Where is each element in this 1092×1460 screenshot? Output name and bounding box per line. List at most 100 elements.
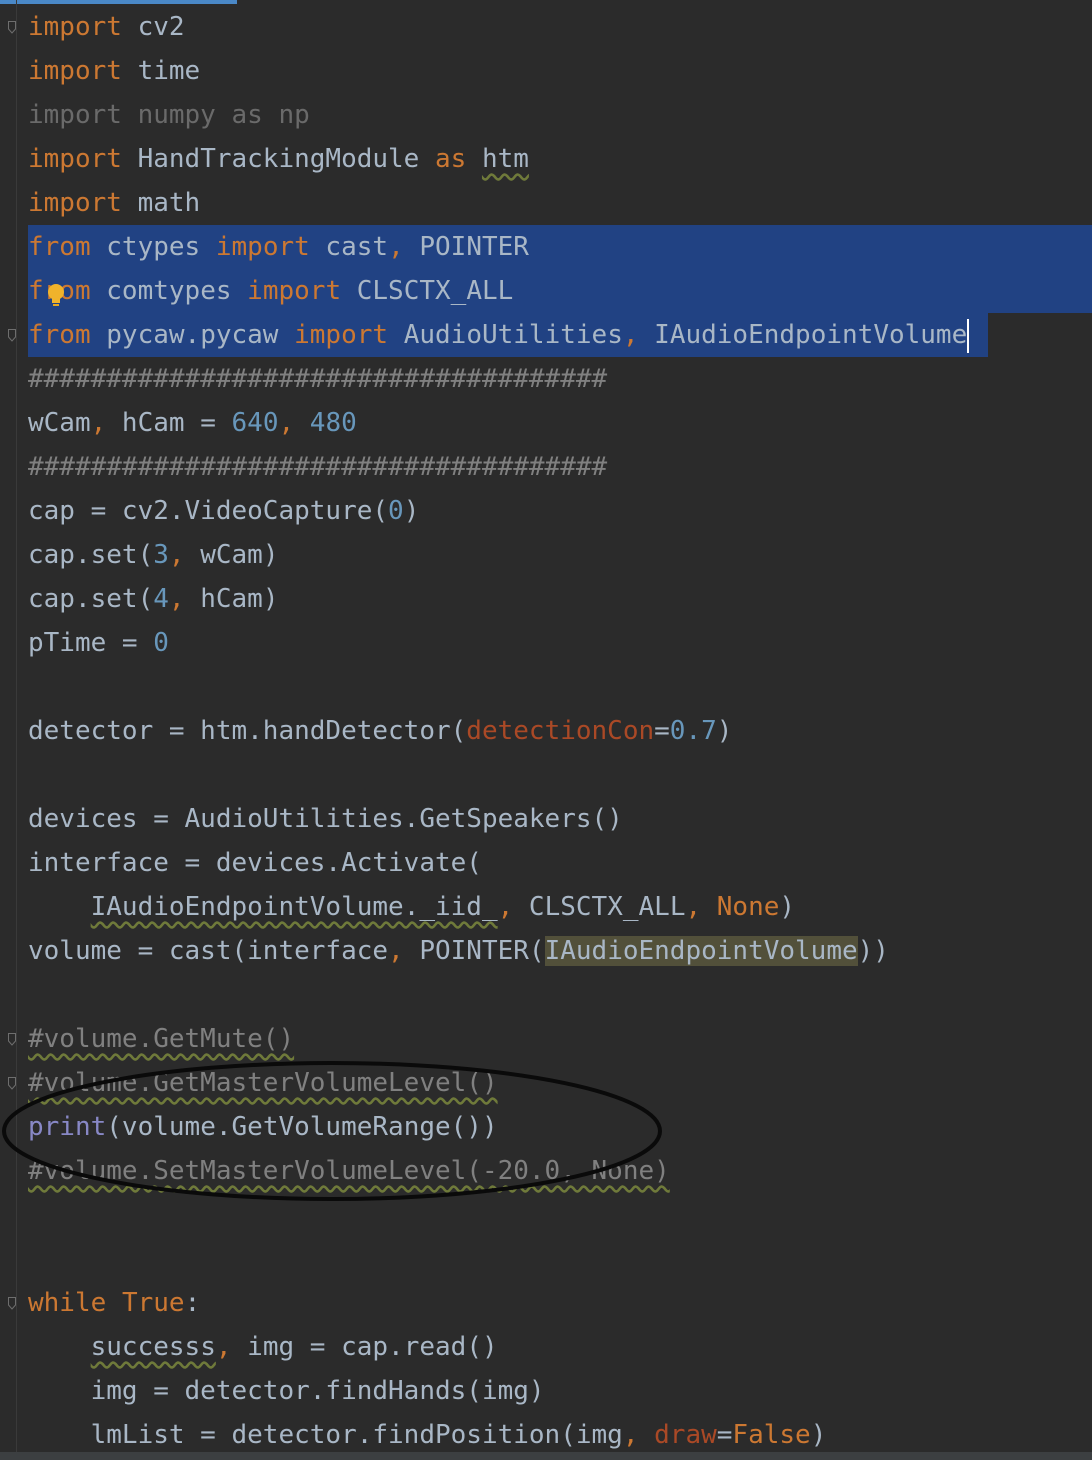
code-text: img = detector.findHands(img) (28, 1369, 545, 1413)
code-text: cap = cv2.VideoCapture(0) (28, 489, 419, 533)
code-token: None (716, 892, 780, 922)
code-token: import (294, 320, 389, 350)
code-token: ) (716, 716, 733, 746)
code-token: ##################################### (28, 364, 608, 394)
code-token: wCam) (184, 540, 279, 570)
code-token: devices = AudioUtilities.GetSpeakers() (28, 804, 623, 834)
code-line[interactable]: #volume.GetMasterVolumeLevel() (0, 1061, 1092, 1105)
code-line[interactable]: img = detector.findHands(img) (0, 1369, 1092, 1413)
code-token: import (28, 56, 122, 86)
code-line[interactable]: devices = AudioUtilities.GetSpeakers() (0, 797, 1092, 841)
code-line[interactable]: interface = devices.Activate( (0, 841, 1092, 885)
code-text: import time (28, 49, 200, 93)
code-token: : (184, 1288, 201, 1318)
code-line[interactable]: volume = cast(interface, POINTER(IAudioE… (0, 929, 1092, 973)
horizontal-scrollbar[interactable] (0, 1452, 1092, 1460)
code-token: while (28, 1288, 107, 1318)
code-text: successs, img = cap.read() (28, 1325, 498, 1369)
code-line[interactable]: from pycaw.pycaw import AudioUtilities, … (0, 313, 1092, 357)
code-text: #volume.GetMute() (28, 1017, 294, 1061)
code-token: CLSCTX_ALL (513, 892, 686, 922)
code-line[interactable]: ##################################### (0, 357, 1092, 401)
code-token: ) (810, 1420, 827, 1450)
code-line[interactable]: wCam, hCam = 640, 480 (0, 401, 1092, 445)
code-token: img = detector.findHands(img) (28, 1376, 545, 1406)
code-token: time (121, 56, 201, 86)
code-text: IAudioEndpointVolume._iid_, CLSCTX_ALL, … (28, 885, 795, 929)
code-line[interactable]: #volume.SetMasterVolumeLevel(-20.0, None… (0, 1149, 1092, 1193)
code-token: ) (779, 892, 796, 922)
code-line[interactable]: lmList = detector.findPosition(img, draw… (0, 1413, 1092, 1457)
code-text: while True: (28, 1281, 200, 1325)
code-line[interactable] (0, 753, 1092, 797)
code-line[interactable] (0, 973, 1092, 1017)
code-token: #volume.GetMasterVolumeLevel() (28, 1068, 498, 1098)
code-token: ##################################### (28, 452, 608, 482)
code-text: import cv2 (28, 5, 185, 49)
code-line[interactable]: import numpy as np (0, 93, 1092, 137)
code-token: (volume.GetVolumeRange()) (106, 1112, 498, 1142)
code-line[interactable]: from comtypes import CLSCTX_ALL (0, 269, 1092, 313)
code-line[interactable]: while True: (0, 1281, 1092, 1325)
code-line[interactable]: cap.set(3, wCam) (0, 533, 1092, 577)
code-line[interactable]: ##################################### (0, 445, 1092, 489)
code-line[interactable]: #volume.GetMute() (0, 1017, 1092, 1061)
code-line[interactable]: successs, img = cap.read() (0, 1325, 1092, 1369)
code-line[interactable]: detector = htm.handDetector(detectionCon… (0, 709, 1092, 753)
lightbulb-icon[interactable] (46, 283, 66, 309)
fold-marker-icon[interactable] (8, 329, 16, 342)
code-line[interactable] (0, 1193, 1092, 1237)
code-token: , (622, 1420, 639, 1450)
code-token: = (654, 716, 670, 746)
code-text: devices = AudioUtilities.GetSpeakers() (28, 797, 623, 841)
code-line[interactable]: IAudioEndpointVolume._iid_, CLSCTX_ALL, … (0, 885, 1092, 929)
code-line[interactable]: import HandTrackingModule as htm (0, 137, 1092, 181)
code-line[interactable]: import time (0, 49, 1092, 93)
code-token: draw (654, 1420, 717, 1450)
code-token: , (215, 1332, 232, 1362)
code-token: comtypes (90, 276, 248, 306)
code-line[interactable]: from ctypes import cast, POINTER (0, 225, 1092, 269)
fold-marker-icon[interactable] (8, 1297, 16, 1310)
code-token: import (28, 188, 122, 218)
code-token: pycaw.pycaw (90, 320, 295, 350)
code-token: 0 (153, 628, 169, 658)
code-text: ##################################### (28, 445, 607, 489)
code-token: POINTER (403, 232, 529, 262)
fold-marker-icon[interactable] (8, 1033, 16, 1046)
code-token: as (435, 144, 467, 174)
code-token: cap = cv2.VideoCapture( (28, 496, 389, 526)
code-token: CLSCTX_ALL (341, 276, 514, 306)
code-token: volume = cast(interface (28, 936, 389, 966)
fold-marker-icon[interactable] (8, 1077, 16, 1090)
code-token: AudioUtilities (388, 320, 623, 350)
code-token: = (716, 1420, 733, 1450)
code-token: ctypes (90, 232, 216, 262)
code-text: import numpy as np (28, 93, 310, 137)
code-line[interactable]: import cv2 (0, 5, 1092, 49)
code-line[interactable]: import math (0, 181, 1092, 225)
code-token: IAudioEndpointVolume (638, 320, 968, 350)
code-token: math (121, 188, 201, 218)
code-editor[interactable]: import cv2 import time import numpy as np i… (0, 0, 1092, 1460)
code-token: lmList = detector.findPosition(img (28, 1420, 623, 1450)
code-line[interactable]: cap = cv2.VideoCapture(0) (0, 489, 1092, 533)
code-token: HandTrackingModule (121, 144, 435, 174)
code-text: interface = devices.Activate( (28, 841, 482, 885)
code-token: , (685, 892, 702, 922)
code-token: IAudioEndpointVolume (544, 936, 858, 966)
code-token: img = cap.read() (231, 1332, 498, 1362)
code-line[interactable]: print(volume.GetVolumeRange()) (0, 1105, 1092, 1149)
code-text: detector = htm.handDetector(detectionCon… (28, 709, 732, 753)
code-line[interactable] (0, 1237, 1092, 1281)
code-text: lmList = detector.findPosition(img, draw… (28, 1413, 827, 1457)
code-text: print(volume.GetVolumeRange()) (28, 1105, 498, 1149)
code-token: 4 (153, 584, 169, 614)
code-line[interactable]: cap.set(4, hCam) (0, 577, 1092, 621)
code-token: False (732, 1420, 811, 1450)
code-line[interactable]: pTime = 0 (0, 621, 1092, 665)
fold-marker-icon[interactable] (8, 21, 16, 34)
code-line[interactable] (0, 665, 1092, 709)
